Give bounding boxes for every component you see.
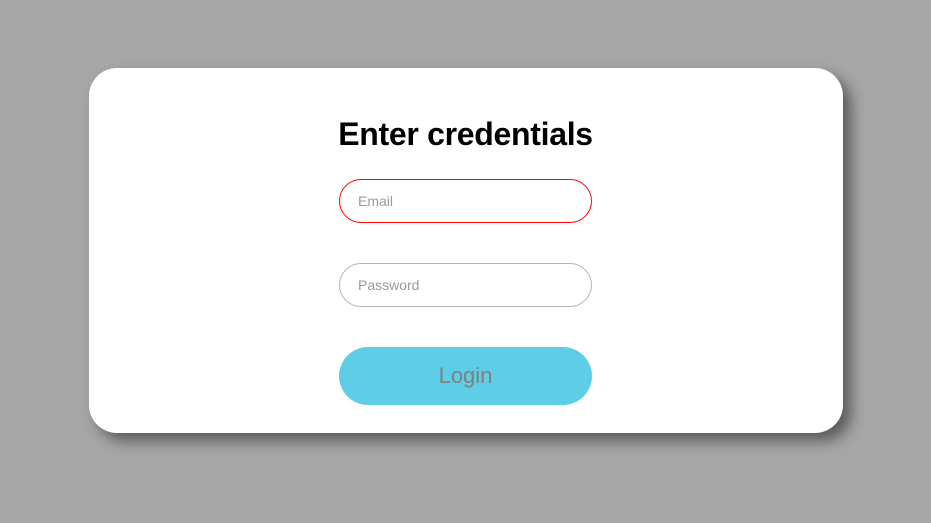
email-field[interactable]	[339, 179, 592, 223]
login-button[interactable]: Login	[339, 347, 592, 405]
password-field[interactable]	[339, 263, 592, 307]
login-card: Enter credentials Login	[89, 68, 843, 433]
page-title: Enter credentials	[338, 116, 593, 153]
